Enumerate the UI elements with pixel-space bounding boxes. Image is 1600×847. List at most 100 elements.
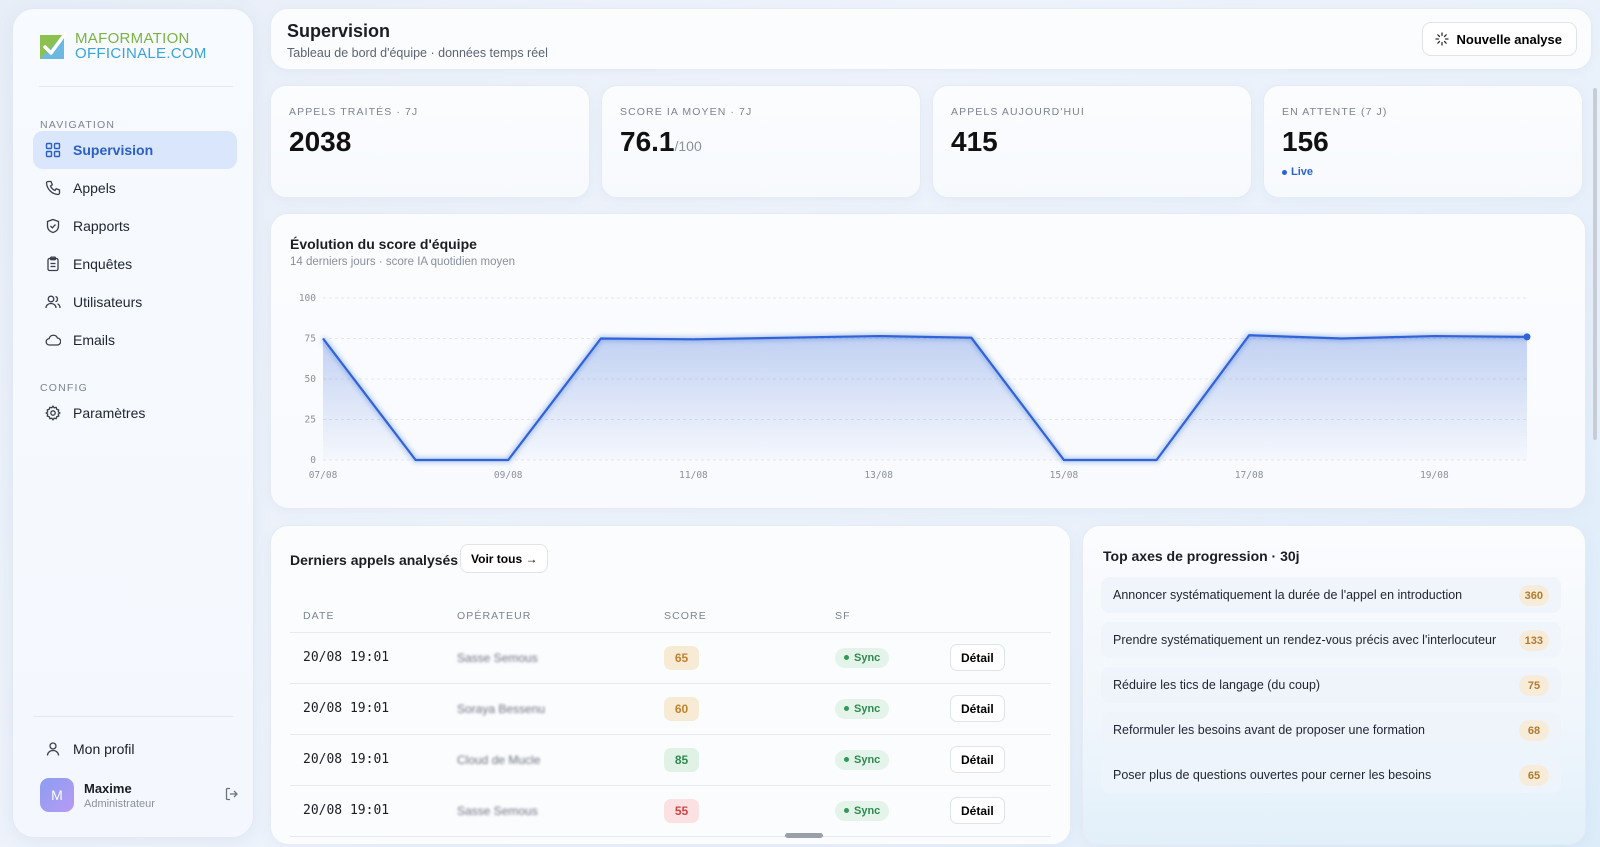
detail-button[interactable]: Détail [950, 797, 1005, 824]
sidebar-item-enquetes[interactable]: Enquêtes [33, 245, 237, 283]
call-operator: Cloud de Mucle [444, 734, 651, 786]
sidebar-item-label: Utilisateurs [73, 294, 143, 310]
detail-button[interactable]: Détail [950, 746, 1005, 773]
spinner-icon [1434, 32, 1449, 46]
avatar[interactable]: M [40, 778, 74, 812]
kpi-value: 76.1/100 [620, 126, 702, 158]
team-score-chart-card: Évolution du score d'équipe 14 derniers … [270, 213, 1586, 509]
sync-badge: Sync [835, 749, 890, 770]
divider [33, 716, 233, 717]
users-icon [45, 295, 61, 309]
sync-label: Sync [854, 753, 881, 766]
y-tick-label: 75 [305, 334, 316, 345]
sync-badge: Sync [835, 647, 890, 668]
score-badge: 55 [664, 798, 699, 823]
new-analysis-label: Nouvelle analyse [1456, 31, 1563, 47]
page-subtitle: Tableau de bord d'équipe · données temps… [287, 46, 548, 60]
gear-icon [45, 405, 61, 421]
x-tick-label: 11/08 [679, 470, 708, 481]
sidebar-item-label: Rapports [73, 218, 130, 234]
call-sf: Sync [822, 734, 937, 786]
profile-link[interactable]: Mon profil [33, 741, 134, 757]
scrollbar[interactable] [1593, 88, 1597, 440]
recent-calls-card: Derniers appels analysés Voir tous → DAT… [270, 525, 1071, 845]
data-point [1523, 333, 1531, 341]
kpi-card-calls-today: APPELS AUJOURD'HUI 415 [932, 85, 1252, 198]
logo[interactable]: MAFORMATION OFFICINALE.COM [39, 31, 207, 61]
kpi-card-pending: EN ATTENTE (7 J) 156 Live [1263, 85, 1583, 198]
home-indicator [785, 833, 823, 838]
sidebar-item-appels[interactable]: Appels [33, 169, 237, 207]
logo-checkmark-icon [39, 32, 67, 60]
call-operator: Soraya Bessenu [444, 683, 651, 735]
progress-axis-item[interactable]: Prendre systématiquement un rendez-vous … [1101, 622, 1561, 658]
user-card: M Maxime Administrateur [40, 778, 240, 812]
axis-label: Reformuler les besoins avant de proposer… [1113, 723, 1425, 737]
user-icon [46, 742, 60, 756]
divider [39, 86, 233, 87]
sidebar-item-supervision[interactable]: Supervision [33, 131, 237, 169]
progress-axis-item[interactable]: Réduire les tics de langage (du coup) 75 [1101, 667, 1561, 703]
call-actions: Détail [937, 683, 1051, 735]
kpi-label: APPELS AUJOURD'HUI [951, 106, 1085, 118]
axis-count-badge: 65 [1519, 765, 1549, 786]
shield-icon [46, 218, 60, 234]
operator-name: Soraya Bessenu [457, 702, 546, 716]
table-row[interactable]: 20/08 19:01 Sasse Semous 65 Sync Détail [290, 632, 1051, 684]
axis-count-badge: 68 [1519, 720, 1549, 741]
calls-table: DATE OPÉRATEUR SCORE SF 20/08 19:01 Sass… [290, 600, 1051, 837]
see-all-button[interactable]: Voir tous → [460, 544, 549, 573]
score-badge: 60 [664, 696, 699, 721]
call-sf: Sync [822, 683, 937, 735]
axis-label: Annoncer systématiquement la durée de l'… [1113, 588, 1463, 602]
sync-label: Sync [854, 651, 881, 664]
clipboard-icon [47, 256, 59, 272]
column-header-sf[interactable]: SF [822, 600, 937, 633]
call-actions: Détail [937, 734, 1051, 786]
grid-icon [45, 142, 61, 158]
table-row[interactable]: 20/08 19:01 Cloud de Mucle 85 Sync Détai… [290, 734, 1051, 786]
sidebar-item-utilisateurs[interactable]: Utilisateurs [33, 283, 237, 321]
sync-label: Sync [854, 702, 881, 715]
sidebar-item-label: Paramètres [73, 405, 146, 421]
sidebar-item-label: Enquêtes [73, 256, 133, 272]
sidebar-item-rapports[interactable]: Rapports [33, 207, 237, 245]
column-header-score[interactable]: SCORE [651, 600, 822, 633]
table-row[interactable]: 20/08 19:01 Soraya Bessenu 60 Sync Détai… [290, 683, 1051, 735]
call-sf: Sync [822, 632, 937, 684]
new-analysis-button[interactable]: Nouvelle analyse [1421, 22, 1577, 56]
detail-button[interactable]: Détail [950, 695, 1005, 722]
detail-button[interactable]: Détail [950, 644, 1005, 671]
table-header-row: DATE OPÉRATEUR SCORE SF [290, 600, 1051, 633]
call-operator: Sasse Semous [444, 632, 651, 684]
config-section-title: CONFIG [40, 382, 89, 394]
x-tick-label: 19/08 [1420, 470, 1449, 481]
y-tick-label: 0 [310, 455, 316, 466]
column-header-date[interactable]: DATE [290, 600, 444, 633]
logout-icon[interactable] [224, 786, 240, 802]
call-date: 20/08 19:01 [290, 734, 444, 786]
progress-axis-item[interactable]: Annoncer systématiquement la durée de l'… [1101, 577, 1561, 613]
score-area [323, 335, 1527, 460]
live-label: Live [1291, 166, 1314, 178]
table-row[interactable]: 20/08 19:01 Sasse Semous 55 Sync Détail [290, 785, 1051, 837]
sidebar-item-parametres[interactable]: Paramètres [33, 394, 237, 432]
score-badge: 65 [664, 645, 699, 670]
phone-icon [45, 180, 61, 196]
sidebar-item-label: Supervision [73, 142, 154, 158]
call-date: 20/08 19:01 [290, 632, 444, 684]
kpi-value: 156 [1282, 126, 1329, 157]
x-tick-label: 09/08 [494, 470, 523, 481]
column-header-operator[interactable]: OPÉRATEUR [444, 600, 651, 633]
call-actions: Détail [937, 785, 1051, 837]
kpi-label: EN ATTENTE (7 J) [1282, 106, 1388, 118]
sidebar-item-emails[interactable]: Emails [33, 321, 237, 359]
progress-axis-item[interactable]: Reformuler les besoins avant de proposer… [1101, 712, 1561, 748]
cloud-icon [45, 334, 61, 346]
live-dot-icon [1282, 169, 1287, 175]
kpi-card-calls-processed: APPELS TRAITÉS · 7J 2038 [270, 85, 590, 198]
call-operator: Sasse Semous [444, 785, 651, 837]
sidebar-item-label: Appels [73, 180, 116, 196]
progress-axis-item[interactable]: Poser plus de questions ouvertes pour ce… [1101, 757, 1561, 793]
calls-title: Derniers appels analysés [290, 552, 459, 568]
